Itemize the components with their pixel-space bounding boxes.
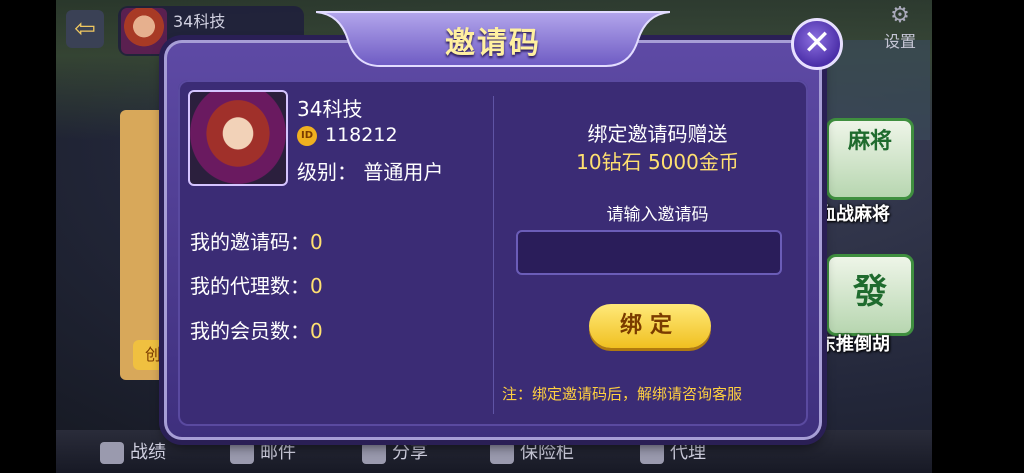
game-label-tuidaohu: 东推倒胡 bbox=[818, 334, 890, 355]
game-tile-tuidaohu[interactable]: 發 bbox=[826, 254, 914, 336]
settings-button[interactable]: ⚙ 设置 bbox=[878, 4, 922, 52]
nav-agent[interactable]: 代理 bbox=[640, 438, 706, 464]
settings-label: 设置 bbox=[883, 32, 916, 51]
tile-glyph: 發 bbox=[853, 272, 887, 312]
gear-icon: ⚙ bbox=[890, 3, 910, 28]
game-label-xuezhan: 血战麻将 bbox=[818, 204, 890, 225]
close-icon: ✕ bbox=[802, 23, 832, 63]
safe-icon bbox=[490, 442, 514, 464]
bind-note: 注：绑定邀请码后，解绑请咨询客服 bbox=[502, 385, 743, 403]
bind-reward-title: 绑定邀请码赠送 bbox=[587, 122, 728, 146]
user-avatar bbox=[188, 90, 288, 186]
nav-mail[interactable]: 邮件 bbox=[230, 438, 296, 464]
nav-label: 邮件 bbox=[260, 442, 296, 463]
nav-share[interactable]: 分享 bbox=[362, 438, 428, 464]
stat-value: 0 bbox=[310, 230, 323, 254]
back-button[interactable]: ⇦ bbox=[66, 10, 104, 48]
screen-edge-left bbox=[0, 0, 56, 473]
top-user-name: 34科技 bbox=[173, 12, 226, 31]
stat-agent-count: 我的代理数：0 bbox=[190, 270, 323, 299]
tile-glyph: 麻将 bbox=[847, 129, 892, 154]
dialog-title: 邀请码 bbox=[445, 26, 541, 61]
mail-icon bbox=[230, 442, 254, 464]
stat-value: 0 bbox=[310, 319, 323, 343]
trophy-icon bbox=[100, 442, 124, 464]
bind-reward-amount: 10钻石 5000金币 bbox=[576, 150, 739, 174]
stat-label: 我的邀请码： bbox=[190, 230, 310, 254]
stat-value: 0 bbox=[310, 274, 323, 298]
id-icon: ID bbox=[297, 126, 317, 146]
game-tile-xuezhan[interactable]: 麻将 bbox=[826, 118, 914, 200]
bind-button[interactable]: 绑定 bbox=[589, 304, 711, 348]
stat-label: 我的代理数： bbox=[190, 274, 310, 298]
nav-label: 保险柜 bbox=[520, 442, 574, 463]
top-user-avatar bbox=[121, 8, 167, 54]
agent-icon bbox=[640, 442, 664, 464]
nav-safe[interactable]: 保险柜 bbox=[490, 438, 574, 464]
invite-code-input[interactable] bbox=[516, 230, 782, 275]
invite-code-prompt: 请输入邀请码 bbox=[606, 205, 709, 225]
nav-label: 战绩 bbox=[130, 442, 166, 463]
user-name: 34科技 bbox=[297, 97, 363, 121]
stat-label: 我的会员数： bbox=[190, 319, 310, 343]
close-button[interactable]: ✕ bbox=[791, 18, 843, 70]
stat-invite-code: 我的邀请码：0 bbox=[190, 226, 323, 255]
share-icon bbox=[362, 442, 386, 464]
user-id: 118212 bbox=[325, 124, 398, 146]
nav-record[interactable]: 战绩 bbox=[100, 438, 166, 464]
nav-label: 代理 bbox=[670, 442, 706, 463]
screen-edge-right bbox=[932, 0, 1024, 473]
stat-member-count: 我的会员数：0 bbox=[190, 315, 323, 344]
user-level: 级别： 普通用户 bbox=[297, 160, 444, 184]
nav-label: 分享 bbox=[392, 442, 428, 463]
